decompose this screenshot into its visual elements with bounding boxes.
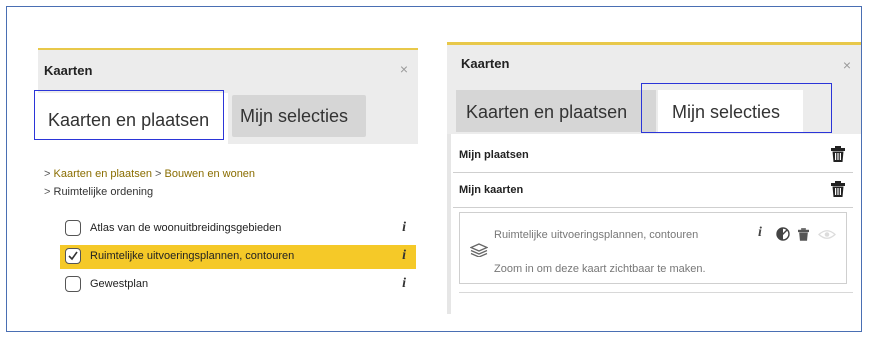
list-item-label: Gewestplan [90, 278, 149, 290]
panel-title: Kaarten [44, 63, 93, 78]
chevron-right-icon: > [155, 168, 162, 180]
tab-label: Kaarten en plaatsen [466, 102, 628, 122]
checkmark-icon [68, 251, 78, 261]
map-layer-card[interactable]: Ruimtelijke uitvoeringsplannen, contoure… [459, 212, 847, 284]
section-mijn-kaarten[interactable]: Mijn kaarten [453, 173, 853, 208]
chevron-right-icon: > [44, 168, 51, 180]
panel-title: Kaarten [461, 56, 510, 71]
highlight-box [34, 90, 224, 140]
section-title: Mijn kaarten [459, 184, 524, 196]
trash-icon[interactable] [831, 146, 845, 162]
panel-body: > Kaarten en plaatsen > Bouwen en wonen … [38, 144, 418, 316]
breadcrumb-link-kaarten-en-plaatsen[interactable]: Kaarten en plaatsen [54, 168, 152, 180]
list-item-label: Ruimtelijke uitvoeringsplannen, contoure… [90, 250, 295, 262]
trash-icon[interactable] [798, 228, 809, 241]
breadcrumb-current-label: Ruimtelijke ordening [53, 186, 154, 198]
right-kaarten-panel: Kaarten × Kaarten en plaatsen Mijn selec… [447, 42, 861, 314]
close-icon[interactable]: × [400, 61, 408, 77]
breadcrumb-link-bouwen-en-wonen[interactable]: Bouwen en wonen [165, 168, 256, 180]
tab-kaarten-en-plaatsen[interactable]: Kaarten en plaatsen [456, 90, 656, 132]
section-title: Mijn plaatsen [459, 149, 529, 161]
eye-icon[interactable] [818, 229, 836, 240]
tab-label: Mijn selecties [240, 106, 349, 126]
map-layer-name: Ruimtelijke uitvoeringsplannen, contoure… [494, 229, 699, 241]
breadcrumb: > Kaarten en plaatsen > Bouwen en wonen [44, 168, 255, 180]
contrast-icon[interactable] [776, 227, 790, 241]
section-mijn-plaatsen[interactable]: Mijn plaatsen [453, 138, 853, 173]
divider [459, 292, 853, 293]
checkbox[interactable] [65, 276, 81, 292]
layers-icon [470, 243, 488, 257]
list-item-ruimtelijke-uitvoeringsplannen[interactable]: Ruimtelijke uitvoeringsplannen, contoure… [60, 245, 416, 269]
tab-kaarten-en-plaatsen[interactable]: Kaarten en plaatsen [34, 90, 228, 145]
chevron-right-icon: > [44, 186, 51, 198]
panel-header: Kaarten × [447, 45, 861, 85]
map-layer-message: Zoom in om deze kaart zichtbaar te maken… [494, 263, 706, 275]
list-item-atlas[interactable]: Atlas van de woonuitbreidingsgebieden i [60, 217, 416, 241]
highlight-box [641, 83, 832, 133]
info-icon[interactable]: i [402, 276, 406, 292]
list-item-label: Atlas van de woonuitbreidingsgebieden [90, 222, 282, 234]
info-icon[interactable]: i [402, 248, 406, 264]
info-icon[interactable]: i [758, 225, 762, 241]
panel-header: Kaarten × [38, 50, 418, 88]
checkbox-checked[interactable] [65, 248, 81, 264]
left-kaarten-panel: Kaarten × Kaarten en plaatsen Mijn selec… [34, 48, 418, 316]
close-icon[interactable]: × [843, 57, 851, 73]
map-edge-strip [447, 134, 451, 314]
map-layer-actions: i [758, 225, 838, 243]
checkbox[interactable] [65, 220, 81, 236]
list-item-gewestplan[interactable]: Gewestplan i [60, 273, 416, 297]
tab-mijn-selecties[interactable]: Mijn selecties [232, 95, 366, 137]
info-icon[interactable]: i [402, 220, 406, 236]
breadcrumb-current: > Ruimtelijke ordening [44, 186, 153, 198]
trash-icon[interactable] [831, 181, 845, 197]
